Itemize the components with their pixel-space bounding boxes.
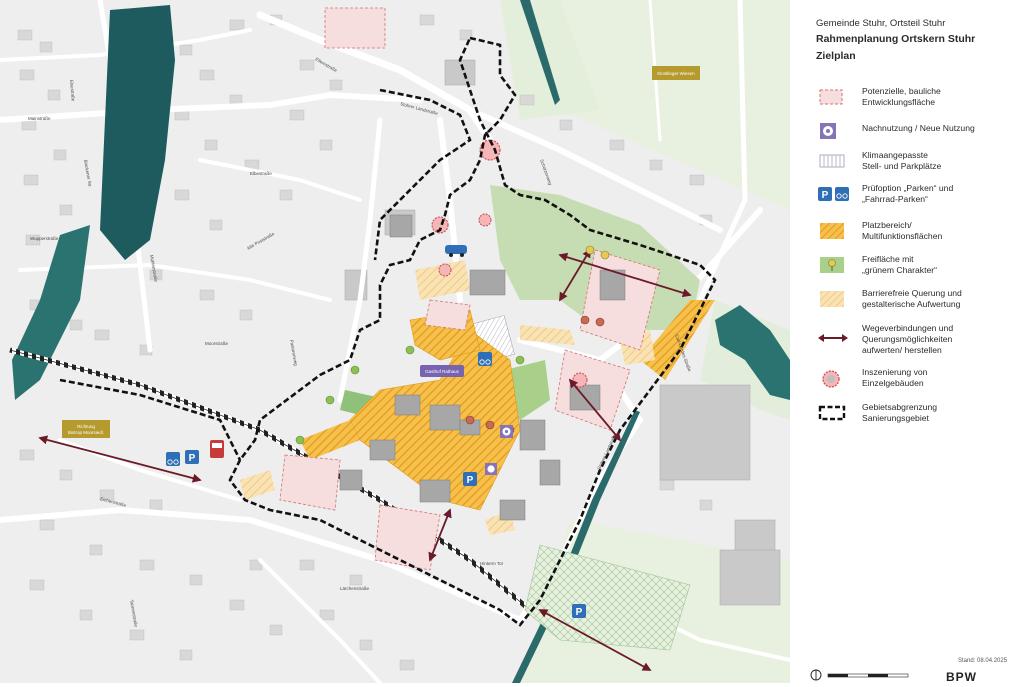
nachnutzung-swatch-icon [816, 122, 850, 140]
legend-item-parken: P Prüfoption „Parken“ und „Fahrrad-Parken… [816, 183, 1022, 209]
legend-label: „grünem Charakter“ [862, 265, 937, 275]
callout-richtung: Richtung Bistrop Moorsiedl. [62, 420, 110, 438]
site-plan-map[interactable]: P P P Klostlinger Wiesen Richtung Bistro… [0, 0, 790, 683]
callout-klosterwiesen-text: Klostlinger Wiesen [657, 71, 695, 76]
legend-item-gebiet: Gebietsabgrenzung Sanierungsgebiet [816, 402, 1022, 428]
legend-label: Prüfoption „Parken“ und [862, 183, 954, 193]
legend-label: Querungsmöglichkeiten [862, 334, 953, 344]
legend-label: Sanierungsgebiet [862, 413, 929, 423]
legend-label: „Fahrrad-Parken“ [862, 194, 928, 204]
parking-options-swatch: P [816, 185, 850, 203]
bicycle-parking-icon[interactable] [478, 352, 492, 366]
legend-label: Multifunktionsflächen [862, 231, 943, 241]
green-area-swatch [816, 256, 850, 274]
legend-item-wege: Wegeverbindungen und Querungsmöglichkeite… [816, 323, 1022, 359]
legend-item-inszenierung: Inszenierung von Einzelgebäuden [816, 367, 1022, 393]
parking-legend-icon: P [822, 190, 829, 201]
north-arrow-icon [810, 668, 920, 687]
parking-icon-label: P [189, 453, 196, 464]
legend-item-nachnutzung: Nachnutzung / Neue Nutzung [816, 120, 1022, 146]
parking-icon[interactable]: P [185, 450, 199, 464]
company-logo: BPW [946, 670, 977, 684]
legend-label: Gebietsabgrenzung [862, 402, 938, 412]
callout-richtung-text: Richtung [77, 424, 95, 429]
legend-label: Barrierefreie Querung und [862, 288, 962, 298]
legend-item-potential: Potenzielle, bauliche Entwicklungsfläche [816, 86, 1022, 112]
nachnutzung-icon [485, 463, 497, 475]
platz-swatch [816, 222, 850, 240]
callout-klosterwiesen: Klostlinger Wiesen [652, 66, 700, 80]
legend-label: Einzelgebäuden [862, 378, 924, 388]
plan-view: P P P Klostlinger Wiesen Richtung Bistro… [0, 0, 1024, 684]
nachnutzung-icon [500, 425, 513, 438]
inszenierung-swatch [816, 369, 850, 388]
plan-title: Rahmenplanung Ortskern Stuhr [816, 33, 976, 45]
legend-panel: Gemeinde Stuhr, Ortsteil Stuhr Rahmenpla… [790, 0, 1024, 684]
street-label: Lärchenstraße [340, 586, 370, 591]
legend-label: Nachnutzung / Neue Nutzung [862, 123, 975, 133]
legend-label: Inszenierung von [862, 367, 928, 377]
street-label: Moorstraße [205, 341, 229, 346]
crossing-swatch [816, 290, 850, 308]
callout-gasthof-text: Gasthof Rathaus [425, 369, 460, 374]
legend-label: Platzbereich/ [862, 220, 912, 230]
street-label: Elbestraße [250, 171, 272, 176]
parking-icon[interactable]: P [463, 472, 477, 486]
date-stamp: Stand: 08.04.2025 [958, 658, 1008, 664]
legend-label: Wegeverbindungen und [862, 323, 954, 333]
street-label: Hinterm Tor [480, 561, 504, 566]
parking-icon-label: P [467, 475, 474, 486]
plan-subtitle: Zielplan [816, 50, 856, 62]
legend-label: Entwicklungsfläche [862, 97, 936, 107]
street-label: Wupperstraße [30, 236, 59, 241]
legend-item-frei: Freifläche mit „grünem Charakter“ [816, 254, 1022, 280]
climate-parking-swatch [816, 152, 850, 170]
legend-label: Stell- und Parkplätze [862, 161, 942, 171]
boundary-swatch [816, 404, 850, 422]
callout-gasthof: Gasthof Rathaus [420, 365, 464, 377]
legend-label: Klimaangepasste [862, 150, 928, 160]
legend-label: aufwerten/ herstellen [862, 345, 942, 355]
legend-label: gestalterische Aufwertung [862, 299, 961, 309]
legend-label: Potenzielle, bauliche [862, 86, 941, 96]
callout-richtung-text-2: Bistrop Moorsiedl. [68, 430, 104, 435]
parking-icon[interactable]: P [572, 604, 586, 618]
legend-item-klima: Klimaangepasste Stell- und Parkplätze [816, 150, 1022, 176]
double-arrow-icon [816, 329, 850, 347]
municipality-title: Gemeinde Stuhr, Ortsteil Stuhr [816, 18, 946, 29]
legend-label: Freifläche mit [862, 254, 914, 264]
potential-area-swatch [816, 88, 850, 106]
bicycle-parking-icon[interactable] [166, 452, 180, 466]
street-label: Mainstraße [28, 116, 51, 121]
legend-item-platz: Platzbereich/Multifunktionsflächen [816, 220, 1022, 246]
railway-station-icon [210, 440, 224, 458]
legend-item-barriere: Barrierefreie Querung und gestalterische … [816, 288, 1022, 314]
parking-icon-label: P [576, 607, 583, 618]
